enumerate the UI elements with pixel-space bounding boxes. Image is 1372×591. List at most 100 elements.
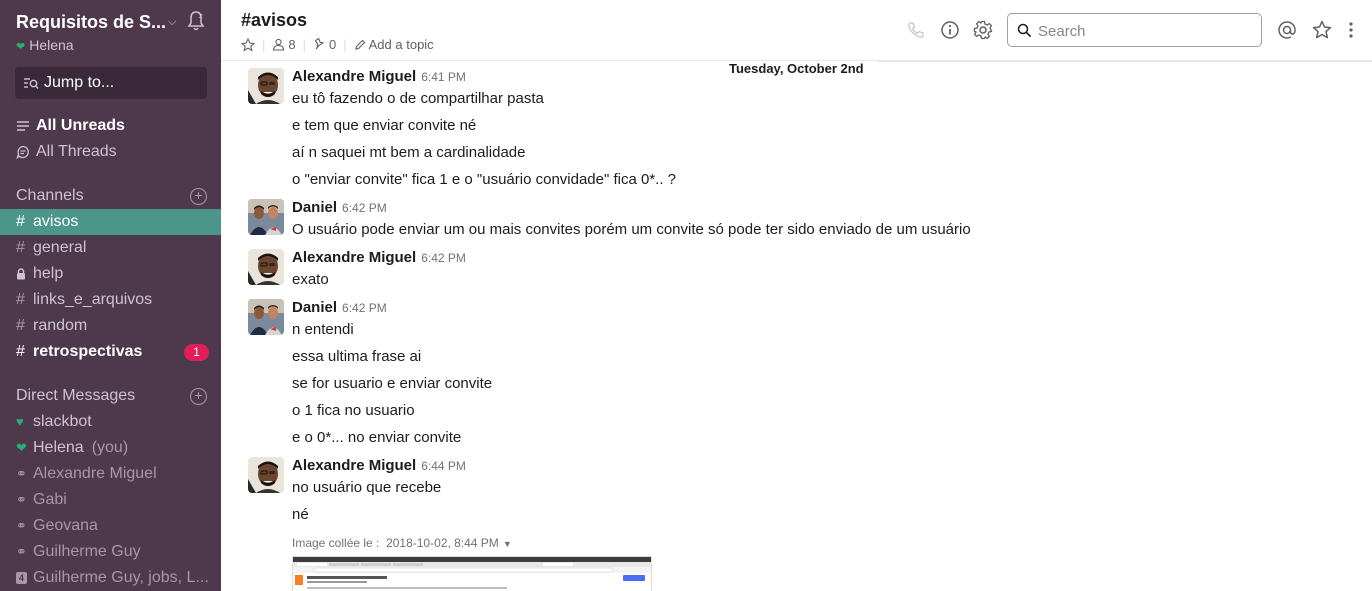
avatar[interactable] <box>248 299 284 335</box>
presence-away-icon: ⚭ <box>16 466 27 481</box>
avatar-daniel-image <box>248 199 284 235</box>
dm-name: Gabi <box>33 491 67 508</box>
star-icon[interactable] <box>1312 20 1332 40</box>
avatar-daniel-image <box>248 299 284 335</box>
message-text: né <box>292 506 309 523</box>
message-header: Daniel 6:42 PM <box>292 199 387 217</box>
unread-badge: 1 <box>184 344 209 361</box>
avatar-alexandre-image <box>248 249 284 285</box>
pencil-icon <box>354 39 365 50</box>
more-icon[interactable] <box>1341 20 1361 40</box>
gear-icon[interactable] <box>973 20 993 40</box>
channel-header: #avisos | 8 | 0 | Add a topic <box>221 0 1372 61</box>
group-count-icon: 4 <box>16 572 27 584</box>
sidebar-item-label: All Threads <box>36 143 117 160</box>
user-status[interactable]: ❤ Helena <box>16 37 74 53</box>
message-author[interactable]: Daniel <box>292 299 337 316</box>
heart-icon: ♥ <box>16 414 24 429</box>
mentions-icon[interactable] <box>1277 20 1297 40</box>
presence-active-icon: ❤ <box>16 440 27 455</box>
message-author[interactable]: Daniel <box>292 199 337 216</box>
channel-meta: | 8 | 0 | Add a topic <box>241 37 434 52</box>
dm-item-gabi[interactable]: ⚭ Gabi <box>0 487 221 513</box>
message-author[interactable]: Alexandre Miguel <box>292 249 416 266</box>
dm-name: slackbot <box>33 413 92 430</box>
channel-item-general[interactable]: # general <box>0 235 221 261</box>
sidebar-item-all-unreads[interactable]: All Unreads <box>0 113 221 139</box>
message-author[interactable]: Alexandre Miguel <box>292 68 416 85</box>
message-text: essa ultima frase ai <box>292 348 422 365</box>
avatar-alexandre-image <box>248 457 284 493</box>
add-dm-icon[interactable]: + <box>190 388 207 405</box>
hash-icon: # <box>16 291 25 308</box>
message-pane[interactable]: Tuesday, October 2nd Alexandre Miguel 6:4… <box>221 61 1372 591</box>
image-attachment-meta[interactable]: Image collée le : 2018-10-02, 8:44 PM ▼ <box>292 536 512 550</box>
pins-button[interactable]: 0 <box>313 37 336 52</box>
channel-title[interactable]: #avisos <box>241 10 307 31</box>
avatar[interactable] <box>248 249 284 285</box>
message-time[interactable]: 6:42 PM <box>421 251 466 265</box>
search-input[interactable] <box>1038 20 1253 42</box>
message-header: Daniel 6:42 PM <box>292 299 387 317</box>
dm-item-alexandre-miguel[interactable]: ⚭ Alexandre Miguel <box>0 461 221 487</box>
channel-item-help[interactable]: help <box>0 261 221 287</box>
message-time[interactable]: 6:42 PM <box>342 301 387 315</box>
channels-section-title[interactable]: Channels <box>16 187 84 205</box>
person-icon <box>273 38 285 51</box>
message-text: O usuário pode enviar um ou mais convite… <box>292 221 971 238</box>
channel-item-links-e-arquivos[interactable]: # links_e_arquivos <box>0 287 221 313</box>
hash-icon: # <box>16 343 25 360</box>
bell-icon[interactable]: z <box>186 10 206 32</box>
add-topic-button[interactable]: Add a topic <box>354 37 434 52</box>
lock-icon <box>17 268 25 280</box>
svg-text:z: z <box>199 12 203 20</box>
search-box[interactable] <box>1007 13 1262 47</box>
team-name[interactable]: Requisitos de S... <box>16 12 166 33</box>
avatar[interactable] <box>248 457 284 493</box>
sidebar-item-label: All Unreads <box>36 117 125 134</box>
star-icon[interactable] <box>241 37 255 52</box>
dm-item-geovana[interactable]: ⚭ Geovana <box>0 513 221 539</box>
caret-down-icon[interactable]: ▼ <box>503 539 512 549</box>
dm-item-group[interactable]: 4 Guilherme Guy, jobs, L... <box>0 565 221 591</box>
team-header[interactable]: Requisitos de S... ⌵ z ❤ Helena <box>16 10 211 54</box>
message-time[interactable]: 6:44 PM <box>421 459 466 473</box>
channel-name: random <box>33 317 88 334</box>
message-text: exato <box>292 271 329 288</box>
message-time[interactable]: 6:41 PM <box>421 70 466 84</box>
add-channel-icon[interactable]: + <box>190 188 207 205</box>
message-text: e tem que enviar convite né <box>292 117 477 134</box>
divider: | <box>343 37 347 52</box>
sidebar-item-all-threads[interactable]: All Threads <box>0 139 221 165</box>
presence-away-icon: ⚭ <box>16 492 27 507</box>
dm-name: Helena <box>33 439 84 456</box>
presence-away-icon: ⚭ <box>16 544 27 559</box>
channel-item-retrospectivas[interactable]: # retrospectivas 1 <box>0 339 221 365</box>
channel-item-avisos[interactable]: # avisos <box>0 209 221 235</box>
info-icon[interactable] <box>940 20 960 40</box>
dm-item-guilherme-guy[interactable]: ⚭ Guilherme Guy <box>0 539 221 565</box>
message-header: Alexandre Miguel 6:42 PM <box>292 249 466 267</box>
dm-name: Alexandre Miguel <box>33 465 157 482</box>
day-divider[interactable]: Tuesday, October 2nd <box>716 61 877 77</box>
channel-item-random[interactable]: # random <box>0 313 221 339</box>
phone-icon[interactable] <box>906 20 926 40</box>
pin-count: 0 <box>329 37 337 52</box>
image-label: Image collée le : <box>292 536 380 550</box>
channel-name: help <box>33 265 64 282</box>
avatar[interactable] <box>248 199 284 235</box>
hash-icon: # <box>16 213 25 230</box>
jump-to-button[interactable]: Jump to... <box>15 67 207 99</box>
dm-section-title[interactable]: Direct Messages <box>16 387 135 405</box>
avatar[interactable] <box>248 68 284 104</box>
divider <box>876 61 1372 62</box>
message-author[interactable]: Alexandre Miguel <box>292 457 416 474</box>
chevron-down-icon[interactable]: ⌵ <box>168 16 176 29</box>
members-button[interactable]: 8 <box>272 37 296 52</box>
message-header: Alexandre Miguel 6:44 PM <box>292 457 466 475</box>
image-attachment[interactable] <box>292 556 652 591</box>
hash-icon: # <box>16 239 25 256</box>
dm-item-helena[interactable]: ❤ Helena (you) <box>0 435 221 461</box>
message-time[interactable]: 6:42 PM <box>342 201 387 215</box>
dm-item-slackbot[interactable]: ♥ slackbot <box>0 409 221 435</box>
